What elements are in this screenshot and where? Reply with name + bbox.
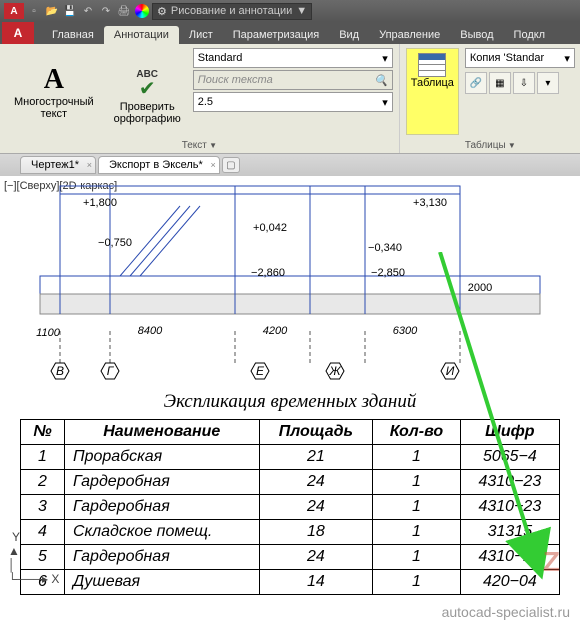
chevron-down-icon: ▾ — [382, 52, 388, 65]
drawing-canvas[interactable]: [−][Сверху][2D-каркас] +1,800 −0,750 +0,… — [0, 176, 580, 626]
doc-tab-1[interactable]: Чертеж1*× — [20, 156, 96, 174]
quick-access-toolbar: A ▫ 📂 💾 ↶ ↷ 🖨 ⚙ Рисование и аннотации ▼ — [0, 0, 580, 22]
tab-manage[interactable]: Управление — [369, 26, 450, 44]
table-controls: Копия 'Standar▾ 🔗 ▦ ⇩ ▾ — [465, 48, 575, 135]
text-style-dropdown[interactable]: Standard▾ — [193, 48, 393, 68]
chevron-down-icon: ▾ — [382, 96, 388, 109]
new-tab-button[interactable]: ▢ — [222, 157, 240, 173]
panel-text: A Многострочный текст ABC ✔ Проверить ор… — [0, 44, 400, 153]
table-row: 2Гардеробная2414310−23 — [21, 470, 560, 495]
save-icon[interactable]: 💾 — [62, 3, 78, 19]
spellcheck-button[interactable]: ABC ✔ Проверить орфографию — [106, 48, 189, 135]
svg-text:−2,850: −2,850 — [371, 267, 405, 279]
panel-tables: Таблица Копия 'Standar▾ 🔗 ▦ ⇩ ▾ Таблицы — [400, 44, 580, 153]
table-button[interactable]: Таблица — [406, 48, 459, 135]
panel-tables-title[interactable]: Таблицы — [400, 140, 580, 151]
workspace-dropdown[interactable]: ⚙ Рисование и аннотации ▼ — [152, 3, 312, 20]
table-row: 1Прорабская2115065−4 — [21, 445, 560, 470]
mtext-label: Многострочный текст — [14, 96, 94, 120]
search-icon: 🔍 — [374, 74, 388, 87]
check-icon: ✔ — [139, 76, 156, 101]
print-icon[interactable]: 🖨 — [116, 3, 132, 19]
table-tools: 🔗 ▦ ⇩ ▾ — [465, 72, 575, 94]
svg-text:Е: Е — [256, 364, 265, 378]
table-row: 3Гардеробная2414310−23 — [21, 495, 560, 520]
tab-home[interactable]: Главная — [42, 26, 104, 44]
chevron-down-icon: ▼ — [296, 5, 307, 17]
spellcheck-label: Проверить орфографию — [114, 101, 181, 125]
app-menu-button[interactable]: A — [2, 22, 34, 44]
undo-icon[interactable]: ↶ — [80, 3, 96, 19]
new-icon[interactable]: ▫ — [26, 3, 42, 19]
table-row: 6Душевая141420−04 — [21, 570, 560, 595]
table-button-label: Таблица — [411, 77, 454, 89]
table-row: 4Складское помещ.18131315 — [21, 520, 560, 545]
svg-text:−2,860: −2,860 — [251, 267, 285, 279]
text-controls: Standard▾ Поиск текста🔍 2.5▾ — [193, 48, 393, 135]
extract-icon[interactable]: ▦ — [489, 72, 511, 94]
chevron-down-icon: ▾ — [564, 52, 570, 65]
text-search-input[interactable]: Поиск текста🔍 — [193, 70, 393, 90]
explication-table-area: Экспликация временных зданий № Наименова… — [20, 391, 560, 595]
tab-layout[interactable]: Лист — [179, 26, 223, 44]
open-icon[interactable]: 📂 — [44, 3, 60, 19]
workspace-label: Рисование и аннотации — [171, 5, 292, 17]
svg-text:+3,130: +3,130 — [413, 197, 447, 209]
document-tabs: Чертеж1*× Экспорт в Эксель*× ▢ — [0, 154, 580, 176]
mtext-button[interactable]: A Многострочный текст — [6, 48, 102, 135]
ucs-icon: Y ▲│ └───▸ X — [8, 530, 59, 586]
explication-table: № Наименование Площадь Кол-во Шифр 1Прор… — [20, 419, 560, 595]
doc-tab-2[interactable]: Экспорт в Эксель*× — [98, 156, 220, 174]
tab-view[interactable]: Вид — [329, 26, 369, 44]
section-drawing: +1,800 −0,750 +0,042 +3,130 −2,860 −0,34… — [0, 176, 580, 396]
dropdown-icon[interactable]: ▾ — [537, 72, 559, 94]
redo-icon[interactable]: ↷ — [98, 3, 114, 19]
tab-annotations[interactable]: Аннотации — [104, 26, 179, 44]
download-icon[interactable]: ⇩ — [513, 72, 535, 94]
svg-text:8400: 8400 — [138, 325, 163, 337]
svg-text:4200: 4200 — [263, 325, 288, 337]
link-icon[interactable]: 🔗 — [465, 72, 487, 94]
app-logo: A — [4, 3, 24, 19]
svg-text:+1,800: +1,800 — [83, 197, 117, 209]
close-icon[interactable]: × — [87, 160, 92, 170]
svg-text:6300: 6300 — [393, 325, 418, 337]
svg-text:1100: 1100 — [36, 327, 61, 339]
watermark-text: autocad-specialist.ru — [442, 604, 570, 620]
mtext-icon: A — [44, 64, 64, 96]
table-header-row: № Наименование Площадь Кол-во Шифр — [21, 420, 560, 445]
tab-plugins[interactable]: Подкл — [504, 26, 556, 44]
svg-text:−0,750: −0,750 — [98, 237, 132, 249]
ribbon-tabs: A Главная Аннотации Лист Параметризация … — [0, 22, 580, 44]
table-icon — [418, 53, 446, 77]
color-wheel-icon[interactable] — [134, 3, 150, 19]
table-row: 5Гардеробная2414310−23 — [21, 545, 560, 570]
watermark-logo: Z — [543, 546, 560, 578]
tab-output[interactable]: Вывод — [450, 26, 503, 44]
close-icon[interactable]: × — [211, 160, 216, 170]
svg-text:+0,042: +0,042 — [253, 222, 287, 234]
tab-parametric[interactable]: Параметризация — [223, 26, 329, 44]
svg-text:И: И — [446, 364, 455, 378]
panel-text-title[interactable]: Текст — [0, 140, 399, 151]
svg-text:−0,340: −0,340 — [368, 242, 402, 254]
svg-text:Ж: Ж — [328, 364, 341, 378]
table-title: Экспликация временных зданий — [20, 391, 560, 413]
svg-text:2000: 2000 — [468, 282, 492, 294]
ribbon: A Многострочный текст ABC ✔ Проверить ор… — [0, 44, 580, 154]
table-style-dropdown[interactable]: Копия 'Standar▾ — [465, 48, 575, 68]
svg-text:В: В — [56, 364, 64, 378]
text-height-dropdown[interactable]: 2.5▾ — [193, 92, 393, 112]
